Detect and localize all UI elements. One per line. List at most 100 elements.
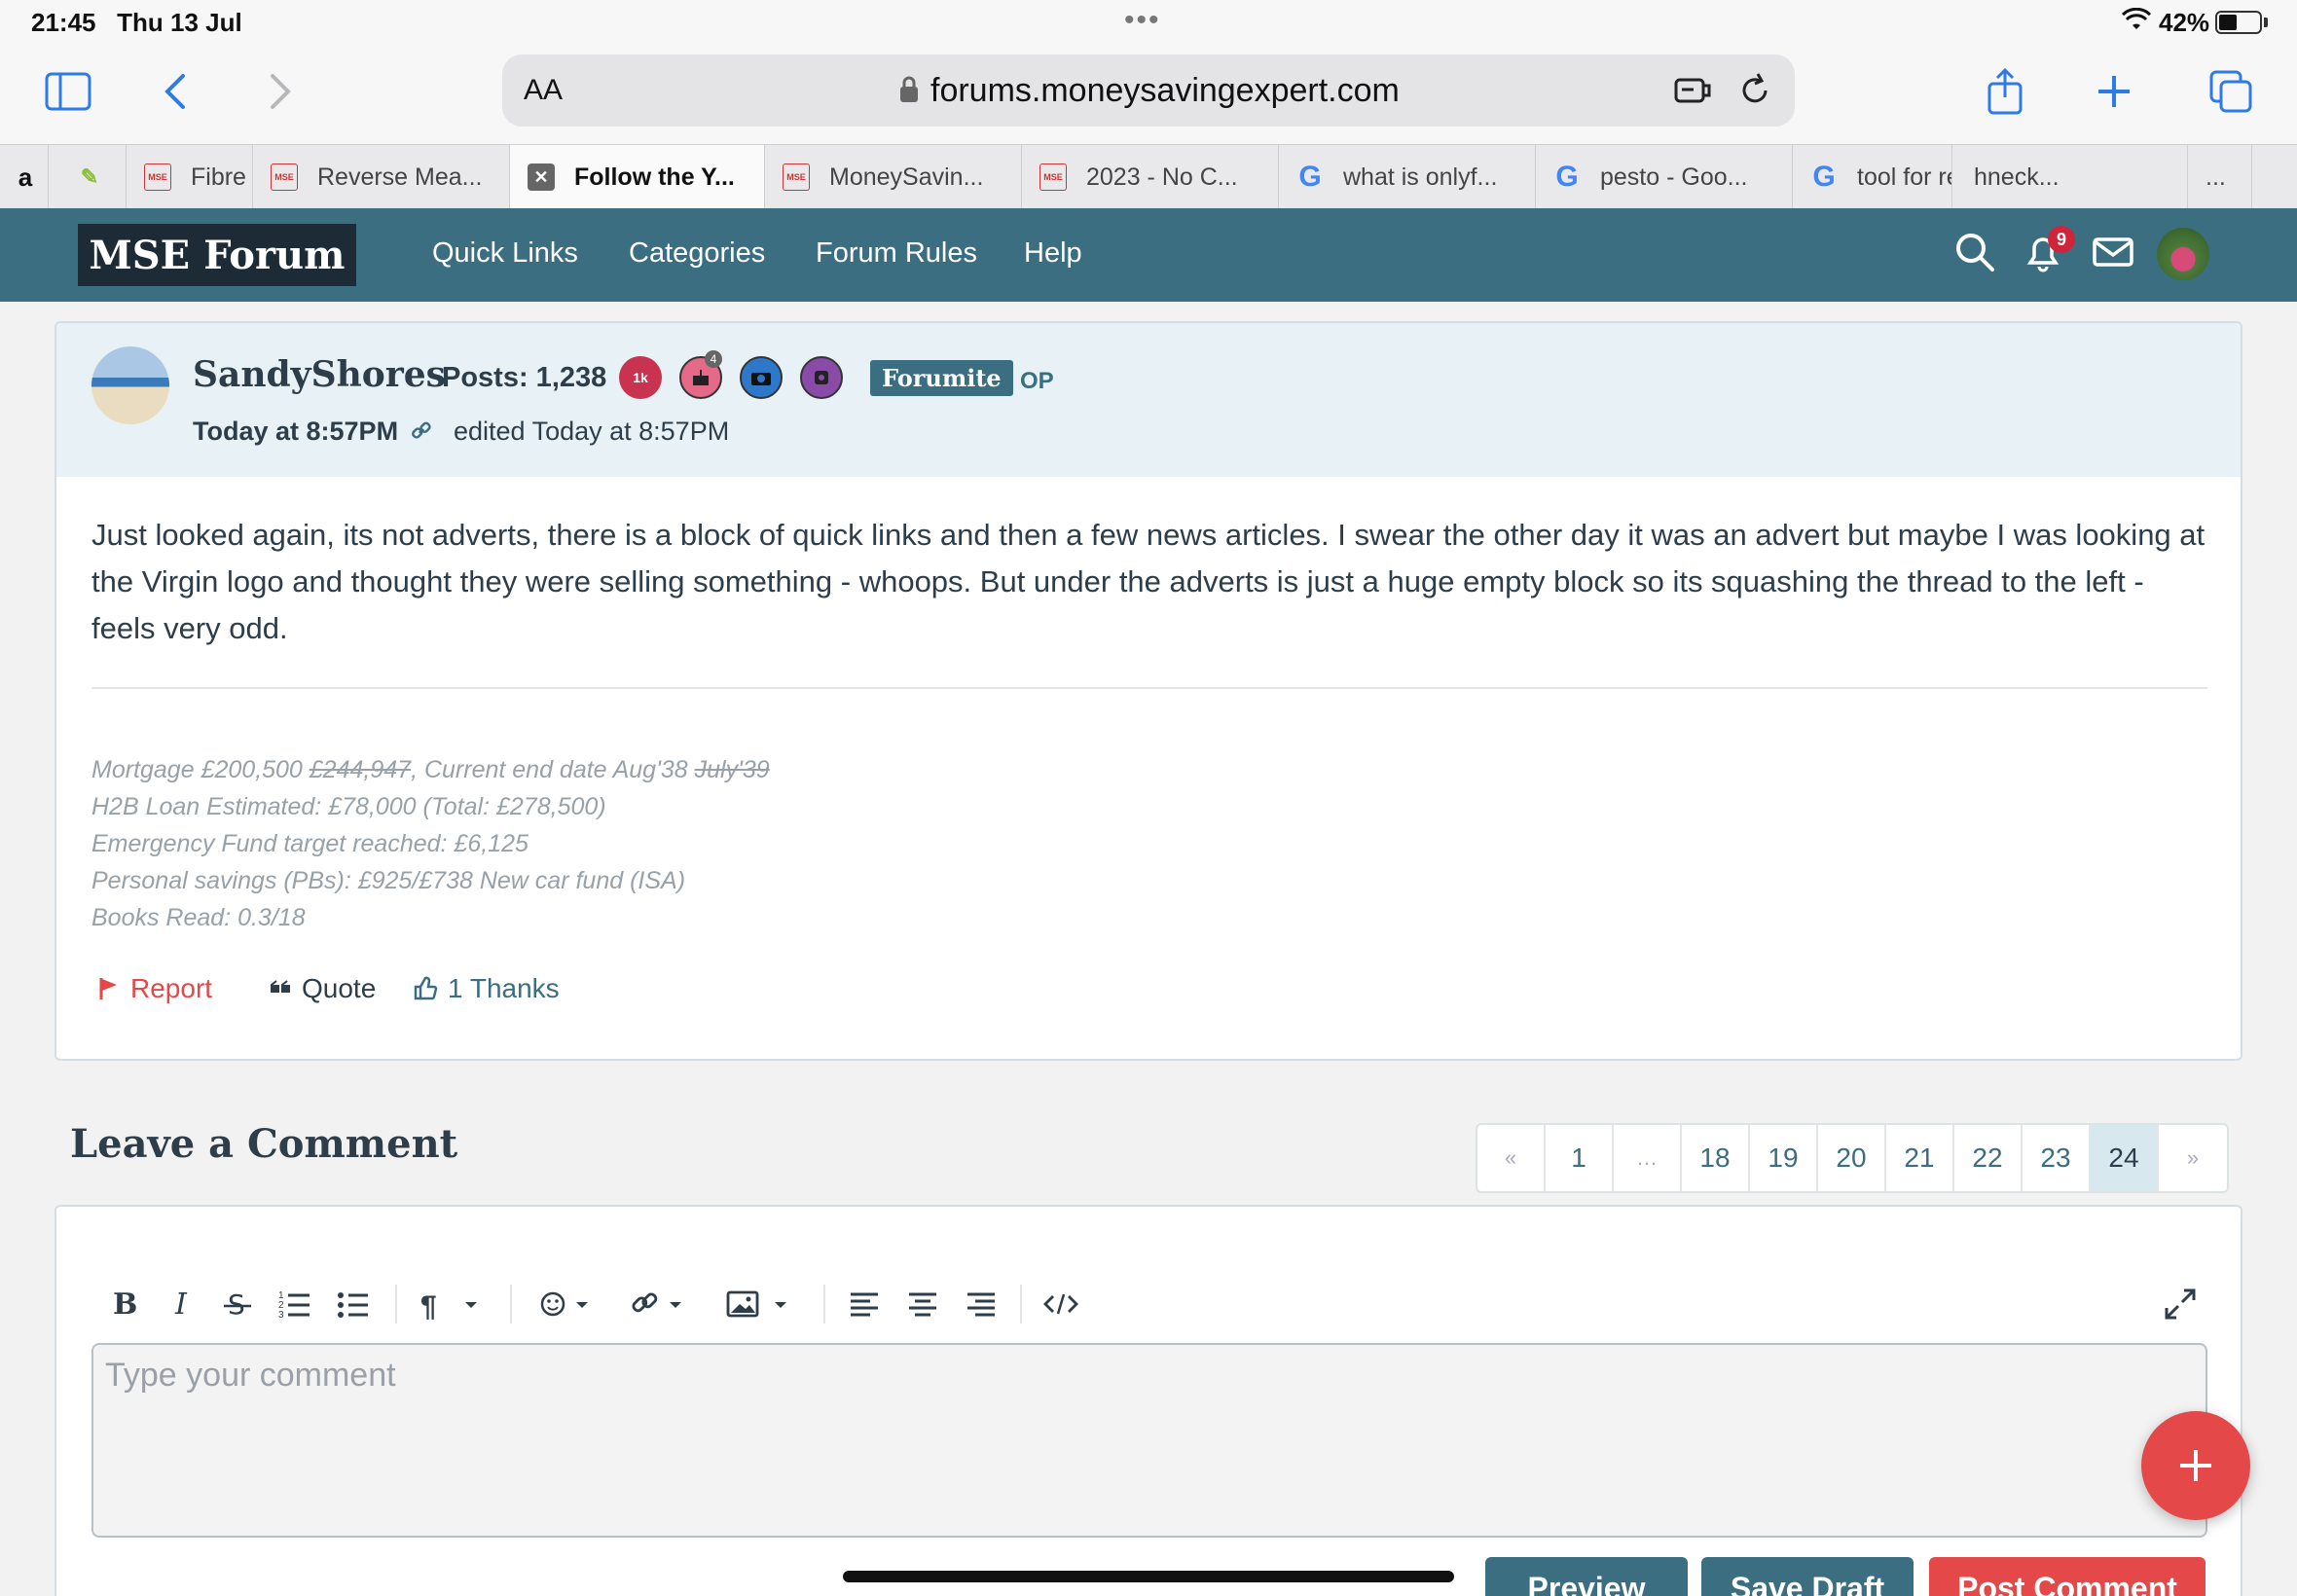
role-badge: Forumite	[870, 360, 1013, 396]
comment-textarea[interactable]: Type your comment	[91, 1343, 2207, 1538]
preview-button[interactable]: Preview	[1485, 1557, 1688, 1596]
signature-divider	[91, 687, 2207, 689]
user-avatar[interactable]	[2157, 228, 2209, 280]
svg-text:I: I	[174, 1288, 188, 1322]
page-first[interactable]: «	[1477, 1125, 1546, 1191]
battery-icon	[2215, 11, 2262, 34]
posts-count: Posts: 1,238	[442, 362, 607, 393]
signature-line-books: Books Read: 0.3/18	[91, 904, 306, 931]
back-icon[interactable]	[148, 62, 206, 121]
comment-editor: B I S 123 ¶ Type your comment	[55, 1205, 2242, 1596]
home-indicator[interactable]	[843, 1571, 1454, 1582]
author-name[interactable]: SandyShores	[193, 354, 446, 395]
page-next[interactable]: »	[2159, 1125, 2227, 1191]
expand-icon[interactable]	[2159, 1283, 2202, 1325]
tab-follow-the-y[interactable]: ✕ Follow the Y...	[510, 145, 765, 209]
new-discussion-fab[interactable]	[2141, 1411, 2250, 1520]
tabs-overview-icon[interactable]	[2202, 62, 2260, 121]
share-icon[interactable]	[1976, 62, 2034, 121]
reload-icon[interactable]	[1732, 68, 1777, 113]
bulleted-list-icon[interactable]	[335, 1283, 374, 1325]
rank-icon[interactable]	[800, 356, 843, 399]
quote-button[interactable]: Quote	[271, 973, 376, 1004]
mse-favicon-icon: MSE	[144, 163, 171, 191]
forward-icon[interactable]	[249, 62, 308, 121]
tab-leaf[interactable]: ✎	[49, 145, 127, 209]
tab-hneck[interactable]: hneck...	[1952, 145, 2188, 209]
italic-icon[interactable]: I	[164, 1283, 202, 1325]
nav-forum-rules[interactable]: Forum Rules	[816, 237, 977, 270]
post-comment-button[interactable]: Post Comment	[1929, 1557, 2206, 1596]
quote-icon	[271, 980, 290, 993]
tab-what-is-onlyf[interactable]: Gwhat is onlyf...	[1279, 145, 1536, 209]
align-center-icon[interactable]	[903, 1283, 942, 1325]
reader-aa-button[interactable]: AA	[524, 74, 563, 107]
tab-tool-for-remo[interactable]: Gtool for remo...	[1793, 145, 1952, 209]
page-18[interactable]: 18	[1682, 1125, 1750, 1191]
signature-line-mortgage: Mortgage £200,500 £244,947, Current end …	[91, 756, 770, 783]
thanks-button[interactable]: 1 Thanks	[413, 973, 560, 1004]
tab-more[interactable]: ...	[2188, 145, 2252, 209]
link-icon[interactable]	[627, 1283, 695, 1325]
svg-text:S: S	[228, 1288, 245, 1321]
new-tab-icon[interactable]	[2085, 62, 2143, 121]
svg-text:B: B	[113, 1288, 137, 1322]
tab-fibre[interactable]: MSE Fibre	[127, 145, 253, 209]
mse-forum-logo[interactable]: MSE Forum	[78, 224, 356, 286]
svg-text:3: 3	[278, 1310, 284, 1321]
report-button[interactable]: Report	[97, 973, 212, 1004]
paragraph-format-icon[interactable]: ¶	[417, 1283, 485, 1325]
page-24-current[interactable]: 24	[2091, 1125, 2159, 1191]
author-avatar[interactable]	[91, 346, 169, 424]
close-tab-icon[interactable]: ✕	[528, 163, 555, 191]
tab-2023-no-c[interactable]: MSE 2023 - No C...	[1022, 145, 1279, 209]
leaf-icon: ✎	[80, 164, 99, 189]
mail-icon[interactable]	[2091, 230, 2135, 274]
page-19[interactable]: 19	[1750, 1125, 1818, 1191]
signature: Mortgage £200,500 £244,947, Current end …	[91, 751, 770, 936]
page-20[interactable]: 20	[1818, 1125, 1886, 1191]
image-icon[interactable]	[722, 1283, 800, 1325]
emoji-icon[interactable]	[533, 1283, 602, 1325]
nav-help[interactable]: Help	[1024, 237, 1082, 270]
comment-placeholder: Type your comment	[105, 1357, 396, 1394]
signature-line-h2b: H2B Loan Estimated: £78,000 (Total: £278…	[91, 793, 606, 820]
multitask-dots[interactable]: •••	[1124, 4, 1161, 37]
tab-pesto[interactable]: Gpesto - Goo...	[1536, 145, 1793, 209]
tab-amazon[interactable]: a	[0, 145, 49, 209]
page-21[interactable]: 21	[1886, 1125, 1954, 1191]
post-date[interactable]: Today at 8:57PM	[193, 417, 398, 447]
page-22[interactable]: 22	[1954, 1125, 2023, 1191]
leave-comment-title: Leave a Comment	[70, 1121, 458, 1167]
save-draft-button[interactable]: Save Draft	[1701, 1557, 1914, 1596]
address-bar[interactable]: AA forums.moneysavingexpert.com	[502, 54, 1795, 127]
extension-icon[interactable]	[1670, 68, 1715, 113]
pagination: « 1 … 18 19 20 21 22 23 24 »	[1476, 1123, 2229, 1193]
badge-count: 4	[705, 350, 722, 368]
ordered-list-icon[interactable]: 123	[276, 1283, 315, 1325]
bold-icon[interactable]: B	[105, 1283, 144, 1325]
page-1[interactable]: 1	[1546, 1125, 1614, 1191]
post-body: Just looked again, its not adverts, ther…	[91, 518, 2206, 645]
url-text[interactable]: forums.moneysavingexpert.com	[930, 72, 1400, 110]
camera-icon[interactable]	[740, 356, 783, 399]
align-left-icon[interactable]	[845, 1283, 884, 1325]
nav-categories[interactable]: Categories	[629, 237, 765, 270]
sidebar-icon[interactable]	[39, 62, 97, 121]
search-icon[interactable]	[1952, 230, 1997, 274]
code-icon[interactable]	[1039, 1283, 1082, 1325]
nav-quick-links[interactable]: Quick Links	[432, 237, 578, 270]
align-right-icon[interactable]	[962, 1283, 1001, 1325]
status-bar: 21:45 Thu 13 Jul ••• 42%	[0, 0, 2297, 47]
permalink-icon[interactable]	[411, 420, 432, 442]
notification-count-badge: 9	[2048, 226, 2075, 253]
browser-toolbar: AA forums.moneysavingexpert.com	[0, 47, 2297, 144]
tab-reverse-mea[interactable]: MSE Reverse Mea...	[253, 145, 510, 209]
tab-moneysavin[interactable]: MSE MoneySavin...	[765, 145, 1022, 209]
signature-line-savings: Personal savings (PBs): £925/£738 New ca…	[91, 867, 686, 894]
strikethrough-icon[interactable]: S	[218, 1283, 257, 1325]
battery-percent: 42%	[2159, 8, 2210, 37]
page-23[interactable]: 23	[2023, 1125, 2091, 1191]
forum-navbar: MSE Forum Quick Links Categories Forum R…	[0, 208, 2297, 302]
badge-1k[interactable]: 1k	[619, 356, 662, 399]
